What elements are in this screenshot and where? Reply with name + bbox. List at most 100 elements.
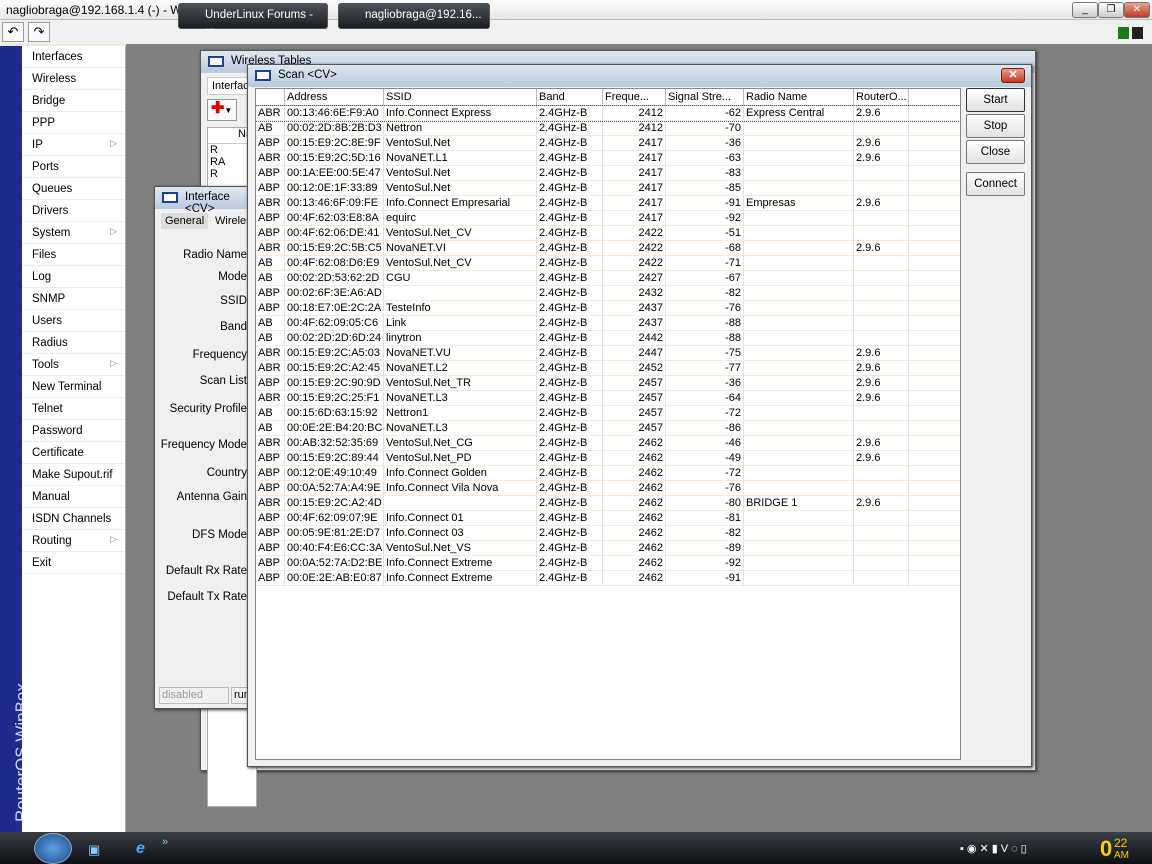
sidebar-item-system[interactable]: System ▷	[22, 222, 125, 244]
close-window-button[interactable]: ✕	[1001, 68, 1025, 83]
table-row[interactable]: ABR 00:AB:32:52:35:69 VentoSul.Net_CG 2.4GH…	[256, 436, 960, 451]
table-row[interactable]: ABP 00:12:0E:1F:33:89 VentoSul.Net 2.4GHz-B…	[256, 181, 960, 196]
window-title-bar: Scan <CV> ✕	[248, 65, 1031, 87]
sidebar-item-manual[interactable]: Manual	[22, 486, 125, 508]
table-row[interactable]: AB 00:4F:62:08:D6:E9 VentoSul.Net_CV 2.4GHz…	[256, 256, 960, 271]
table-row[interactable]: ABP 00:05:9E:81:2E:D7 Info.Connect 03 2.4GH…	[256, 526, 960, 541]
table-cell: ABP	[256, 511, 285, 525]
column-header[interactable]: Freque...	[603, 89, 666, 105]
table-row[interactable]: ABP 00:4F:62:06:DE:41 VentoSul.Net_CV 2.4GH…	[256, 226, 960, 241]
system-tray-icons[interactable]: ▪◉✕▮V◌▯	[960, 842, 1085, 858]
tab-general[interactable]: General	[161, 213, 209, 229]
sidebar-item-label: Queues	[32, 183, 73, 195]
table-row[interactable]: ABP 00:12:0E:49:10:49 Info.Connect Golden 2…	[256, 466, 960, 481]
column-header[interactable]: Address	[285, 89, 384, 105]
sidebar-item-ports[interactable]: Ports	[22, 156, 125, 178]
table-cell: 2437	[603, 316, 666, 330]
table-row[interactable]: AB 00:4F:62:09:05:C6 Link 2.4GHz-B 2437 -88	[256, 316, 960, 331]
sidebar-item-ip[interactable]: IP ▷	[22, 134, 125, 156]
safe-mode-indicator-icon	[1118, 27, 1129, 39]
ie-icon[interactable]: e	[136, 840, 145, 858]
table-row[interactable]: ABP 00:15:E9:2C:90:9D VentoSul.Net_TR 2.4GH…	[256, 376, 960, 391]
window-title: Scan <CV>	[278, 69, 337, 81]
table-row[interactable]: ABP 00:15:E9:2C:89:44 VentoSul.Net_PD 2.4GH…	[256, 451, 960, 466]
window-icon	[162, 192, 178, 203]
sidebar-item-password[interactable]: Password	[22, 420, 125, 442]
sidebar-item-make-supout-rif[interactable]: Make Supout.rif	[22, 464, 125, 486]
table-row[interactable]: AB 00:02:2D:2D:6D:24 linytron 2.4GHz-B 2442-…	[256, 331, 960, 346]
sidebar-item-log[interactable]: Log	[22, 266, 125, 288]
table-row[interactable]: AB 00:0E:2E:B4:20:BC NovaNET.L3 2.4GHz-B 245…	[256, 421, 960, 436]
table-row[interactable]: ABP 00:15:E9:2C:8E:9F VentoSul.Net 2.4GHz-B…	[256, 136, 960, 151]
sidebar-item-tools[interactable]: Tools ▷	[22, 354, 125, 376]
table-cell: ABP	[256, 136, 285, 150]
table-row[interactable]: ABR 00:15:E9:2C:25:F1 NovaNET.L3 2.4GHz-B 24…	[256, 391, 960, 406]
table-row[interactable]: AB 00:02:2D:53:62:2D CGU 2.4GHz-B 2427 -67	[256, 271, 960, 286]
close-app-button[interactable]: ✕	[1124, 2, 1150, 18]
start-orb-icon[interactable]	[34, 833, 72, 864]
table-cell: 2.4GHz-B	[537, 271, 603, 285]
table-cell: 00:02:6F:3E:A6:AD	[285, 286, 384, 300]
table-row[interactable]: AB 00:02:2D:8B:2B:D3 Nettron 2.4GHz-B 2412 -7…	[256, 121, 960, 136]
table-cell: 00:0E:2E:AB:E0:87	[285, 571, 384, 585]
add-button[interactable]: ✚▼	[207, 99, 237, 121]
sidebar-item-ppp[interactable]: PPP	[22, 112, 125, 134]
table-row[interactable]: ABP 00:4F:62:09:07:9E Info.Connect 01 2.4GH…	[256, 511, 960, 526]
column-header[interactable]: Signal Stre...	[666, 89, 744, 105]
table-row[interactable]: ABP 00:40:F4:E6:CC:3A VentoSul.Net_VS 2.4GH…	[256, 541, 960, 556]
connect-button[interactable]: Connect	[966, 172, 1025, 196]
column-header[interactable]	[256, 89, 285, 105]
sidebar-item-routing[interactable]: Routing ▷	[22, 530, 125, 552]
taskbar-item-browser[interactable]: UnderLinux Forums - ...	[178, 3, 328, 33]
sidebar-item-isdn-channels[interactable]: ISDN Channels	[22, 508, 125, 530]
table-row[interactable]: ABR 00:15:E9:2C:A2:4D 2.4GHz-B 2462 -80 BRIDG…	[256, 496, 960, 511]
sidebar-item-queues[interactable]: Queues	[22, 178, 125, 200]
minimize-button[interactable]: _	[1072, 2, 1098, 18]
undo-button[interactable]: ↶	[2, 22, 24, 42]
stop-button[interactable]: Stop	[966, 114, 1025, 138]
sidebar-item-snmp[interactable]: SNMP	[22, 288, 125, 310]
start-button[interactable]: Start	[966, 88, 1025, 112]
sidebar-item-certificate[interactable]: Certificate	[22, 442, 125, 464]
table-cell: ABR	[256, 496, 285, 510]
maximize-button[interactable]: ❐	[1098, 2, 1124, 18]
table-cell: 2412	[603, 106, 666, 120]
column-header[interactable]: Radio Name	[744, 89, 854, 105]
close-button[interactable]: Close	[966, 140, 1025, 164]
sidebar-item-drivers[interactable]: Drivers	[22, 200, 125, 222]
table-row[interactable]: AB 00:15:6D:63:15:92 Nettron1 2.4GHz-B 2457-…	[256, 406, 960, 421]
table-row[interactable]: ABP 00:0A:52:7A:A4:9E Info.Connect Vila No…	[256, 481, 960, 496]
taskbar-item-winbox[interactable]: nagliobraga@192.16...	[338, 3, 490, 29]
table-row[interactable]: ABP 00:1A:EE:00:5E:47 VentoSul.Net 2.4GHz-B…	[256, 166, 960, 181]
column-header[interactable]: SSID	[384, 89, 537, 105]
table-cell: -76	[666, 301, 744, 315]
sidebar-item-wireless[interactable]: Wireless	[22, 68, 125, 90]
column-header[interactable]: RouterO...	[854, 89, 909, 105]
sidebar-item-exit[interactable]: Exit	[22, 552, 125, 574]
sidebar-item-telnet[interactable]: Telnet	[22, 398, 125, 420]
table-row[interactable]: ABR 00:13:46:6F:09:FE Info.Connect Empresa…	[256, 196, 960, 211]
table-row[interactable]: ABP 00:0E:2E:AB:E0:87 Info.Connect Extreme…	[256, 571, 960, 586]
table-row[interactable]: ABP 00:4F:62:03:E8:8A equirc 2.4GHz-B 2417 -9…	[256, 211, 960, 226]
table-row[interactable]: ABP 00:02:6F:3E:A6:AD 2.4GHz-B 2432 -82	[256, 286, 960, 301]
table-row[interactable]: ABR 00:15:E9:2C:A2:45 NovaNET.L2 2.4GHz-B 24…	[256, 361, 960, 376]
sidebar-item-files[interactable]: Files	[22, 244, 125, 266]
sidebar-item-new-terminal[interactable]: New Terminal	[22, 376, 125, 398]
table-row[interactable]: ABR 00:15:E9:2C:A5:03 NovaNET.VU 2.4GHz-B 24…	[256, 346, 960, 361]
sidebar-item-users[interactable]: Users	[22, 310, 125, 332]
table-row[interactable]: ABP 00:0A:52:7A:D2:BE Info.Connect Extreme…	[256, 556, 960, 571]
show-desktop-icon[interactable]: ▣	[88, 842, 100, 858]
redo-button[interactable]: ↷	[28, 22, 50, 42]
sidebar-item-radius[interactable]: Radius	[22, 332, 125, 354]
table-row[interactable]: ABR 00:13:46:6E:F9:A0 Info.Connect Express…	[256, 105, 960, 122]
table-cell: 00:12:0E:49:10:49	[285, 466, 384, 480]
table-row[interactable]: ABP 00:18:E7:0E:2C:2A TesteInfo 2.4GHz-B 243…	[256, 301, 960, 316]
more-quicklaunch-icon[interactable]: »	[162, 836, 168, 848]
table-cell: -46	[666, 436, 744, 450]
column-header[interactable]: Band	[537, 89, 603, 105]
table-cell: 2462	[603, 496, 666, 510]
sidebar-item-bridge[interactable]: Bridge	[22, 90, 125, 112]
sidebar-item-interfaces[interactable]: Interfaces	[22, 46, 125, 68]
table-row[interactable]: ABR 00:15:E9:2C:5D:16 NovaNET.L1 2.4GHz-B 24…	[256, 151, 960, 166]
table-row[interactable]: ABR 00:15:E9:2C:5B:C5 NovaNET.VI 2.4GHz-B 24…	[256, 241, 960, 256]
